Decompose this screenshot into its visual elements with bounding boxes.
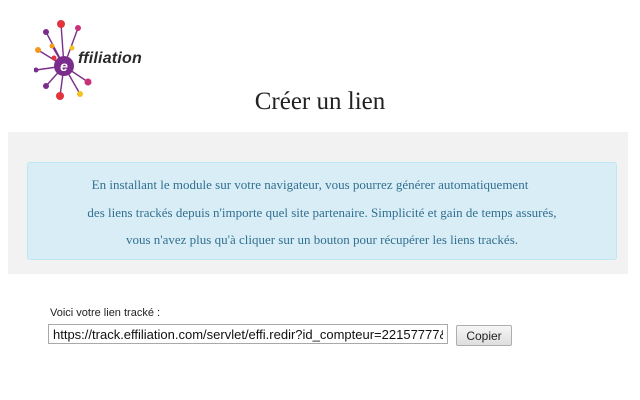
tracked-link-input[interactable] (48, 324, 448, 344)
info-text-line-2: des liens trackés depuis n'importe quel … (87, 205, 557, 220)
tracked-link-label: Voici votre lien tracké : (50, 307, 161, 319)
page-title: Créer un lien (254, 88, 386, 115)
info-alert: En installant le module sur votre naviga… (27, 162, 617, 260)
logo-wordmark: ffiliation (78, 50, 142, 67)
copy-button[interactable]: Copier (456, 325, 512, 346)
info-text-line-3: vous n'avez plus qu'à cliquer sur un bou… (125, 232, 519, 247)
info-text-line-1: En installant le module sur votre naviga… (91, 177, 529, 192)
info-section: En installant le module sur votre naviga… (8, 132, 628, 274)
logo-letter: e (60, 58, 68, 74)
